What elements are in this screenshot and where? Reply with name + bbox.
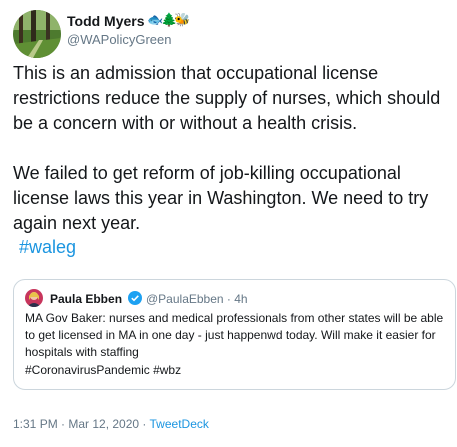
quoted-author-avatar[interactable] [25,289,43,307]
tweet-text: This is an admission that occupational l… [13,63,441,233]
avatar-forest-icon [13,10,61,58]
tweet-meta: 1:31 PM · Mar 12, 2020 · TweetDeck [13,417,209,431]
quoted-author-handle-time: @PaulaEbben · 4h [146,292,248,306]
hashtag-link[interactable]: #waleg [19,237,76,258]
quoted-tweet[interactable]: Paula Ebben @PaulaEbben · 4h MA Gov Bake… [13,279,456,390]
bee-emoji-icon: 🐝 [174,12,191,27]
verified-badge-icon [128,291,142,305]
tweet-timestamp[interactable]: 1:31 PM · Mar 12, 2020 · [13,417,150,431]
author-handle[interactable]: @WAPolicyGreen [67,32,171,47]
tweet-source-link[interactable]: TweetDeck [150,417,209,431]
quoted-tweet-text: MA Gov Baker: nurses and medical profess… [25,311,444,359]
author-name[interactable]: Todd Myers [67,13,145,29]
tweet-card: Todd Myers 🐟 🌲 🐝 @WAPolicyGreen This is … [0,0,457,447]
avatar-person-icon [25,289,43,307]
author-avatar[interactable] [13,10,61,58]
quoted-author-name[interactable]: Paula Ebben [50,292,122,306]
quoted-tweet-hashtags: #CoronavirusPandemic #wbz [25,363,182,377]
